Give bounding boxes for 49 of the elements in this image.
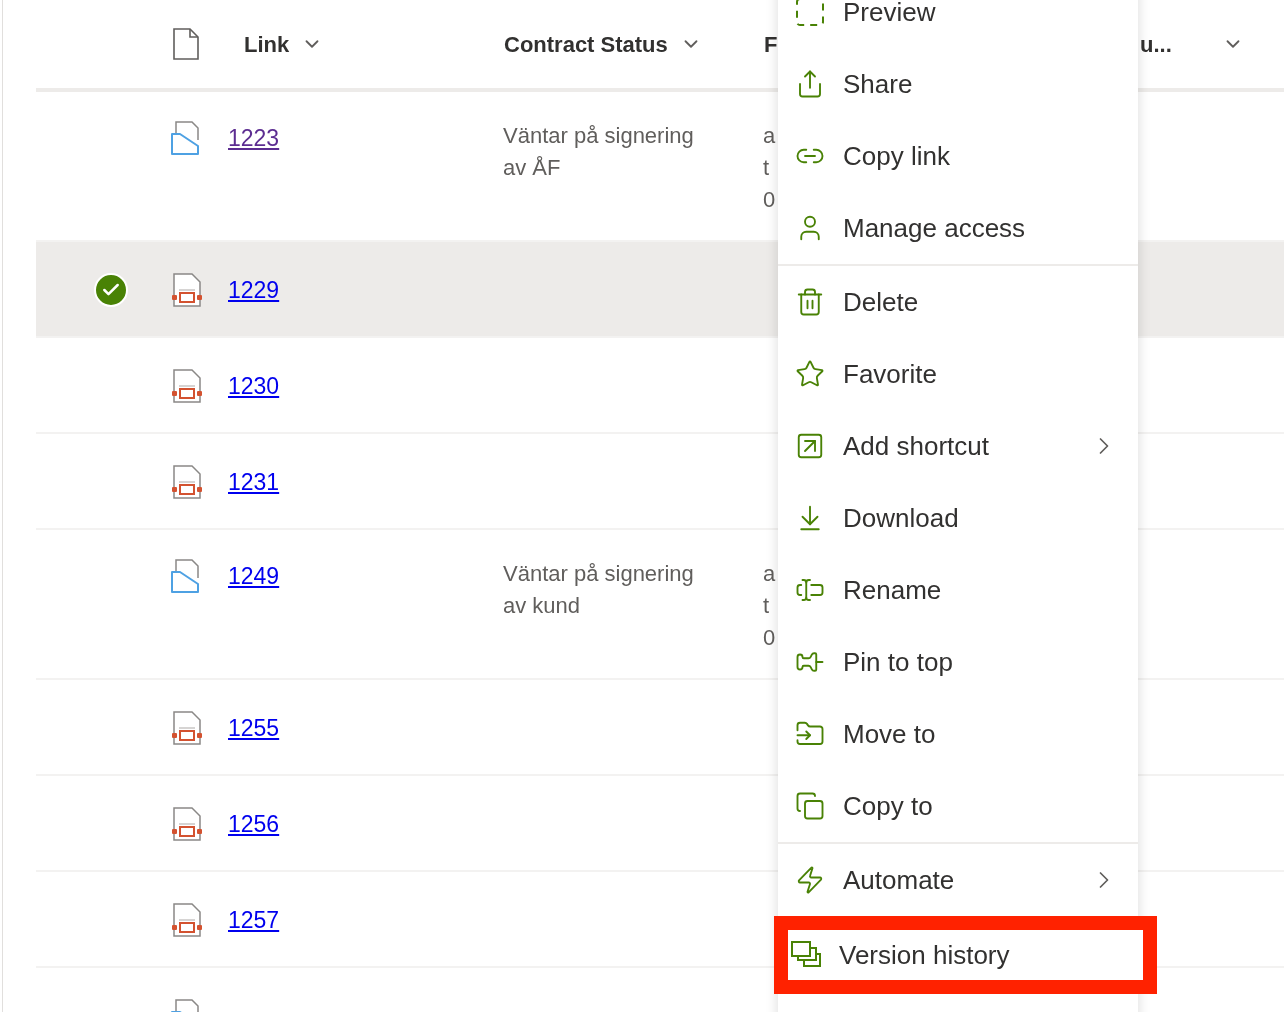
menu-item[interactable]: Copy to [778, 770, 1138, 842]
presentation-file-icon [170, 464, 204, 500]
status-text: Väntar på signering [503, 122, 695, 150]
menu-item[interactable]: Pin to top [778, 626, 1138, 698]
menu-item[interactable]: Copy link [778, 120, 1138, 192]
menu-item[interactable]: Manage access [778, 192, 1138, 264]
menu-item[interactable]: Move to [778, 698, 1138, 770]
cell-text: a [763, 560, 777, 588]
preview-icon [795, 0, 825, 27]
file-link[interactable]: 1255 [228, 710, 280, 746]
file-link[interactable]: 1230 [228, 368, 280, 404]
menu-item[interactable]: Add shortcut [778, 410, 1138, 482]
file-link[interactable]: 1257 [228, 902, 280, 938]
star-icon [795, 359, 825, 389]
menu-item[interactable]: Download [778, 482, 1138, 554]
trash-icon [795, 287, 825, 317]
menu-item[interactable]: Automate [778, 844, 1138, 916]
file-type-icon [172, 28, 200, 60]
presentation-file-icon [170, 272, 204, 308]
file-link[interactable]: 1223 [228, 120, 280, 156]
status-text: av kund [503, 592, 582, 620]
cell-text: 0 [763, 186, 777, 214]
file-link[interactable]: 1229 [228, 272, 280, 308]
shortcut-icon [795, 431, 825, 461]
cell-text: t [763, 592, 771, 620]
lightning-icon [795, 865, 825, 895]
column-header[interactable]: Contract Status [504, 27, 764, 61]
menu-item[interactable]: Preview [778, 0, 1138, 48]
menu-item[interactable]: Share [778, 48, 1138, 120]
selected-check-icon[interactable] [94, 273, 128, 307]
copy-icon [795, 791, 825, 821]
menu-item[interactable]: Delete [778, 266, 1138, 338]
status-text: Väntar på signering [503, 560, 695, 588]
column-header[interactable]: Link [244, 27, 504, 61]
cell-text: 0 [763, 624, 777, 652]
menu-item[interactable]: Favorite [778, 338, 1138, 410]
file-link[interactable]: 1256 [228, 806, 280, 842]
file-link[interactable]: 1249 [228, 558, 280, 594]
stacked-squares-icon [790, 940, 822, 970]
presentation-file-icon [170, 368, 204, 404]
presentation-file-icon [170, 902, 204, 938]
column-header[interactable]: u... [1140, 27, 1244, 61]
cell-text: t [763, 154, 771, 182]
status-text: av ÅF [503, 154, 562, 182]
file-link[interactable]: 1231 [228, 464, 280, 500]
cell-text: a [763, 122, 777, 150]
presentation-file-icon [170, 806, 204, 842]
presentation-file-icon [170, 710, 204, 746]
menu-item[interactable]: Rename [778, 554, 1138, 626]
